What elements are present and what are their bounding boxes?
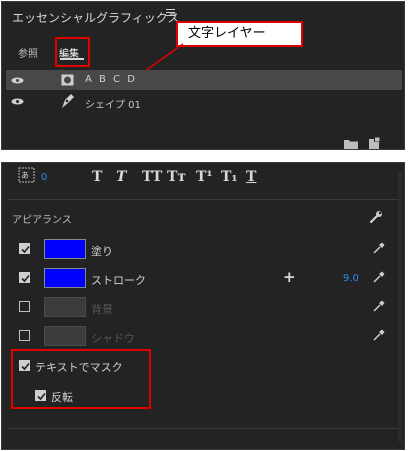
pen-icon [62,94,74,108]
layer-name-shape[interactable]: シェイプ 01 [85,96,141,111]
svg-text:あ: あ [21,171,29,180]
new-layer-icon[interactable] [368,137,380,149]
eyedropper-icon[interactable] [372,241,386,255]
background-checkbox[interactable] [19,301,30,312]
annotation-callout: 文字レイヤー [176,21,303,47]
bold-button[interactable]: T [92,169,102,185]
divider [8,428,398,429]
stroke-checkbox[interactable] [19,272,30,283]
fill-label: 塗り [91,245,113,258]
wrench-icon[interactable] [369,210,383,224]
fill-checkbox[interactable] [19,243,30,254]
annotation-mask-highlight [11,349,151,409]
italic-button[interactable]: T [116,169,126,185]
panel-menu-icon[interactable] [166,9,175,18]
all-caps-button[interactable]: TT [142,169,162,185]
eyedropper-icon[interactable] [372,328,386,342]
panel-title: エッセンシャルグラフィックス [12,11,180,25]
shadow-color-swatch [44,326,86,346]
leading-icon: あ [18,167,35,183]
stroke-width-value[interactable]: 9.0 [343,273,359,284]
divider [8,199,398,200]
scrollbar[interactable] [398,172,402,442]
eyedropper-icon[interactable] [372,299,386,313]
fill-color-swatch[interactable] [44,239,86,259]
shadow-checkbox[interactable] [19,330,30,341]
text-layer-icon [61,74,74,86]
leading-value[interactable]: 0 [41,172,47,183]
annotation-edit-tab-highlight [55,37,90,67]
small-caps-button[interactable]: Tт [167,169,186,185]
background-color-swatch [44,297,86,317]
tab-browse[interactable]: 参照 [18,45,38,60]
layer-name-text[interactable]: A B C D [85,74,137,85]
subscript-button[interactable]: T₁ [221,169,238,185]
folder-icon[interactable] [344,139,358,149]
eye-icon[interactable] [11,77,24,84]
superscript-button[interactable]: T¹ [196,169,213,185]
underline-button[interactable]: T [246,169,256,185]
stroke-label: ストローク [91,274,146,287]
add-stroke-button[interactable]: + [283,268,296,286]
eye-icon[interactable] [11,98,24,105]
appearance-section-label: アピアランス [12,215,72,226]
eyedropper-icon[interactable] [372,270,386,284]
background-label: 背景 [91,303,113,316]
stroke-color-swatch[interactable] [44,268,86,288]
shadow-label: シャドウ [91,332,135,345]
